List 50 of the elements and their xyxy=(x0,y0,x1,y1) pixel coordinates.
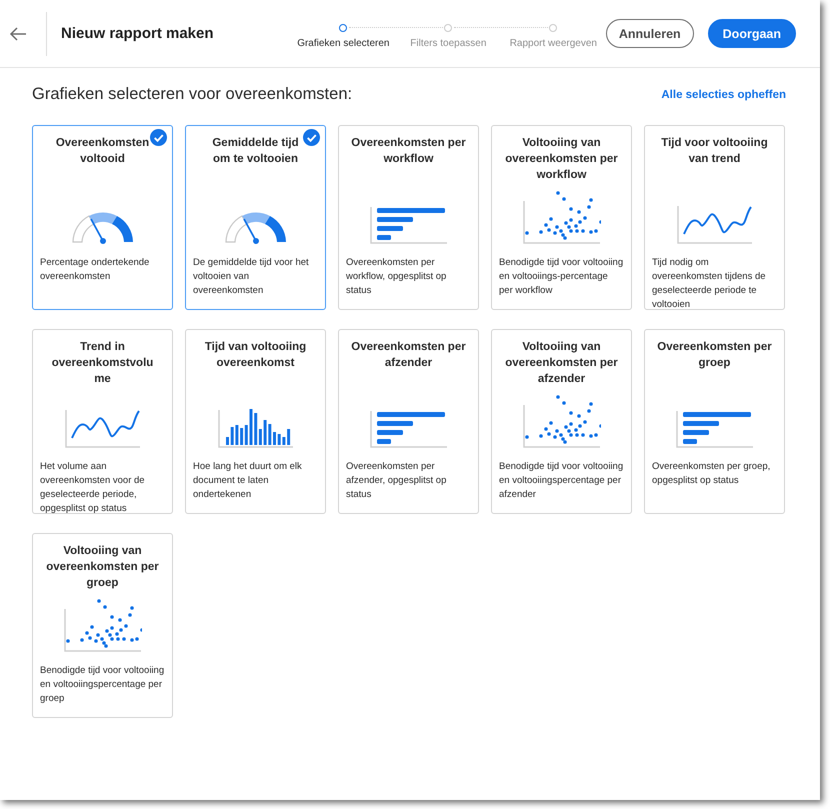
line-chart-icon xyxy=(64,409,140,449)
continue-button[interactable]: Doorgaan xyxy=(708,19,796,48)
line-chart-icon xyxy=(676,205,752,245)
chart-card[interactable]: Voltooiing van overeenkomsten per afzender Benodigde tijd voor voltooiing en voltooiingspercentage per afzender xyxy=(491,329,632,514)
chart-card[interactable]: Gemiddelde tijd om te voltooien De gemiddelde tijd voor het voltooien van overeenkomsten xyxy=(185,125,326,310)
card-title: Voltooiing van overeenkomsten per afzender xyxy=(504,340,619,387)
scatter-plot-icon xyxy=(522,393,600,449)
chart-card[interactable]: Tijd van voltooiing overeenkomst Hoe lang het duurt om elk document te laten ondertekenen xyxy=(185,329,326,514)
checkmark-icon xyxy=(303,129,320,146)
scatter-plot-icon xyxy=(522,189,600,245)
card-title: Voltooiing van overeenkomsten per workflow xyxy=(504,136,619,183)
checkmark-icon xyxy=(150,129,167,146)
card-title: Overeenkomsten voltooid xyxy=(55,136,150,167)
chart-card[interactable]: Overeenkomsten per workflow Overeenkomsten per workflow, opgesplitst op status xyxy=(338,125,479,310)
card-title: Overeenkomsten per workflow xyxy=(350,136,467,167)
card-title: Overeenkomsten per afzender xyxy=(350,340,467,371)
card-title: Trend in overeenkomstvolu me xyxy=(50,340,154,387)
card-description: Overeenkomsten per workflow, opgesplitst op status xyxy=(346,256,448,298)
card-title: Tijd van voltooiing overeenkomst xyxy=(204,340,308,371)
chart-card[interactable]: Trend in overeenkomstvolu me Het volume aan overeenkomsten voor de geselecteerde periode, opgesplitst op status xyxy=(32,329,173,514)
card-description: Hoe lang het duurt om elk document te laten ondertekenen xyxy=(193,460,303,502)
card-description: Percentage ondertekende overeenkomsten xyxy=(40,256,150,284)
card-description: Het volume aan overeenkomsten voor de geselecteerde periode, opgesplitst op status xyxy=(40,460,146,516)
chart-card[interactable]: Overeenkomsten per groep Overeenkomsten per groep, opgesplitst op status xyxy=(644,329,785,514)
card-title: Overeenkomsten per groep xyxy=(656,340,773,371)
card-title: Tijd voor voltooiing van trend xyxy=(660,136,769,167)
card-title: Voltooiing van overeenkomsten per groep xyxy=(45,544,160,591)
clear-selection-link[interactable]: Alle selecties opheffen xyxy=(661,88,786,100)
bar-chart-icon xyxy=(370,409,448,449)
page-title: Nieuw rapport maken xyxy=(60,25,215,42)
card-description: Benodigde tijd voor voltooiing en voltooiings-percentage per workflow xyxy=(499,256,624,298)
histogram-icon xyxy=(218,409,294,449)
chart-card[interactable]: Voltooiing van overeenkomsten per workflow Benodigde tijd voor voltooiing en voltooiings-percentage per workflow xyxy=(491,125,632,310)
bar-chart-icon xyxy=(370,205,448,245)
card-description: Benodigde tijd voor voltooiing en voltooiingspercentage per afzender xyxy=(499,460,624,502)
chart-card[interactable]: Voltooiing van overeenkomsten per groep Benodigde tijd voor voltooiing en voltooiingspercentage per groep xyxy=(32,533,173,718)
cancel-button[interactable]: Annuleren xyxy=(606,19,694,48)
chart-card[interactable]: Tijd voor voltooiing van trend Tijd nodig om overeenkomsten tijdens de geselecteerde periode te voltooien xyxy=(644,125,785,310)
card-description: De gemiddelde tijd voor het voltooien van overeenkomsten xyxy=(193,256,310,298)
card-description: Tijd nodig om overeenkomsten tijdens de geselecteerde periode te voltooien xyxy=(652,256,767,312)
section-heading: Grafieken selecteren voor overeenkomsten: xyxy=(32,85,352,104)
scatter-plot-icon xyxy=(64,597,142,653)
card-description: Benodigde tijd voor voltooiing en voltooiingspercentage per groep xyxy=(40,664,165,706)
step-label[interactable]: Grafieken selecteren xyxy=(297,38,390,49)
bar-chart-icon xyxy=(676,409,754,449)
chart-card[interactable]: Overeenkomsten per afzender Overeenkomsten per afzender, opgesplitst op status xyxy=(338,329,479,514)
card-description: Overeenkomsten per afzender, opgesplitst op status xyxy=(346,460,448,502)
card-description: Overeenkomsten per groep, opgesplitst op status xyxy=(652,460,772,488)
card-title: Gemiddelde tijd om te voltooien xyxy=(211,136,300,167)
chart-card[interactable]: Overeenkomsten voltooid Percentage ondertekende overeenkomsten xyxy=(32,125,173,310)
